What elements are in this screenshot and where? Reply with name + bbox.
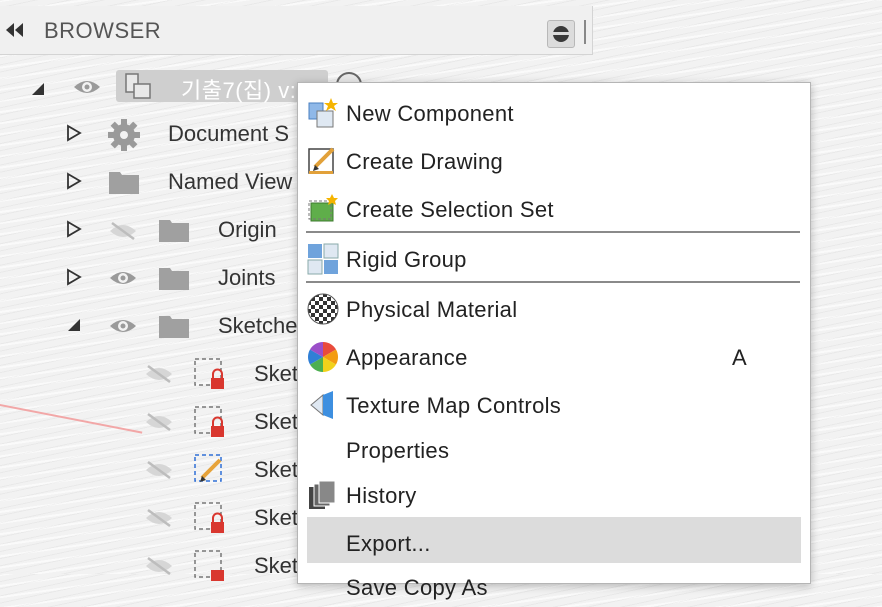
eye-hidden-icon[interactable] — [144, 364, 174, 384]
menu-item-properties[interactable]: Properties — [298, 424, 810, 470]
eye-hidden-icon[interactable] — [144, 556, 174, 576]
tree-item-sketch[interactable]: Sket — [254, 505, 298, 531]
browser-title: BROWSER — [44, 18, 162, 43]
collapsed-triangle-icon[interactable] — [66, 268, 82, 286]
folder-icon — [159, 316, 189, 338]
locked-sketch-icon — [194, 358, 224, 389]
locked-sketch-icon — [194, 406, 224, 437]
locked-sketch-icon — [194, 550, 224, 581]
eye-hidden-icon[interactable] — [144, 508, 174, 528]
folder-icon — [159, 268, 189, 290]
rigid-group-icon — [307, 243, 339, 275]
texture-map-icon — [310, 391, 333, 419]
eye-hidden-icon[interactable] — [144, 412, 174, 432]
menu-item-export[interactable]: Export... — [307, 517, 801, 563]
tree-item-joints[interactable]: Joints — [218, 265, 275, 291]
menu-item-rigid-group[interactable]: Rigid Group — [298, 233, 810, 279]
tree-item-origin[interactable]: Origin — [218, 217, 277, 243]
menu-item-physical-material[interactable]: Physical Material — [298, 283, 810, 329]
physical-material-icon — [307, 293, 339, 325]
browser-header: BROWSER — [0, 6, 593, 55]
eye-hidden-icon[interactable] — [144, 460, 174, 480]
menu-item-appearance[interactable]: Appearance A — [298, 331, 810, 377]
menu-item-save-copy-as[interactable]: Save Copy As — [298, 561, 810, 607]
component-icon — [125, 73, 151, 99]
context-menu: New Component Create Drawing Create Sele… — [297, 82, 811, 600]
expanded-triangle-icon[interactable] — [30, 80, 46, 98]
collapse-panel-icon[interactable] — [5, 23, 25, 37]
tree-item-document-settings[interactable]: Document S — [168, 121, 289, 147]
pin-button[interactable] — [547, 20, 575, 48]
tree-item-sketch[interactable]: Sket — [254, 553, 298, 579]
expanded-triangle-icon[interactable] — [66, 316, 82, 334]
panel-splitter[interactable] — [584, 20, 586, 44]
folder-icon — [159, 220, 189, 242]
tree-item-sketch[interactable]: Sket — [254, 457, 298, 483]
create-drawing-icon — [308, 147, 335, 174]
menu-item-create-drawing[interactable]: Create Drawing — [298, 135, 810, 181]
menu-item-texture-map-controls[interactable]: Texture Map Controls — [298, 379, 810, 425]
tree-item-sketch[interactable]: Sket — [254, 409, 298, 435]
appearance-icon — [307, 342, 339, 372]
gear-icon — [108, 119, 140, 151]
appearance-shortcut: A — [732, 345, 747, 370]
eye-hidden-icon[interactable] — [108, 221, 138, 241]
selection-set-icon — [308, 194, 338, 222]
eye-icon[interactable] — [72, 77, 102, 97]
collapsed-triangle-icon[interactable] — [66, 172, 82, 190]
new-component-icon — [308, 98, 338, 128]
locked-sketch-icon — [194, 502, 224, 533]
menu-item-create-selection-set[interactable]: Create Selection Set — [298, 183, 810, 229]
collapsed-triangle-icon[interactable] — [66, 124, 82, 142]
eye-icon[interactable] — [108, 316, 138, 336]
menu-item-new-component[interactable]: New Component — [298, 87, 810, 133]
sketch-edit-icon — [194, 454, 222, 482]
tree-item-sketch[interactable]: Sket — [254, 361, 298, 387]
menu-item-history[interactable]: History — [298, 469, 810, 515]
eye-icon[interactable] — [108, 268, 138, 288]
sketch-line — [0, 404, 143, 434]
tree-item-sketches[interactable]: Sketche — [218, 313, 298, 339]
history-icon — [309, 480, 336, 509]
root-component-label: 기출7(집) v:1 — [181, 78, 310, 103]
collapsed-triangle-icon[interactable] — [66, 220, 82, 238]
tree-item-named-views[interactable]: Named View — [168, 169, 292, 195]
folder-icon — [109, 172, 139, 194]
